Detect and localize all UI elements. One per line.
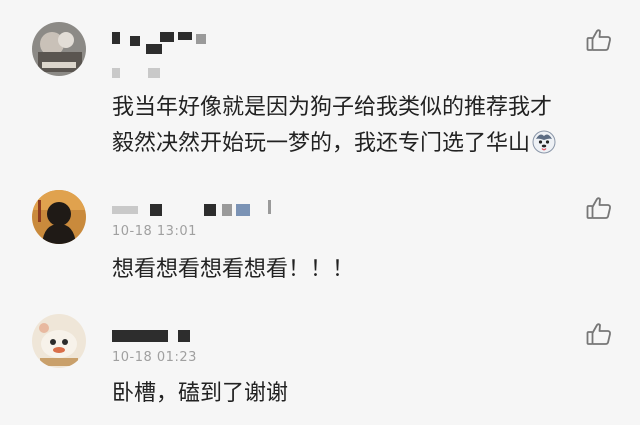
comment-text-line: 毅然决然开始玩一梦的，我还专门选了华山 xyxy=(112,126,556,162)
comment-text: 我当年好像就是因为狗子给我类似的推荐我才 毅然决然开始玩一梦的，我还专门选了华山 xyxy=(112,90,556,162)
like-button[interactable] xyxy=(586,322,612,346)
timestamp: 10-18 13:01 xyxy=(112,224,197,239)
timestamp: 10-18 01:23 xyxy=(112,350,197,365)
comment-item: 我当年好像就是因为狗子给我类似的推荐我才 毅然决然开始玩一梦的，我还专门选了华山 xyxy=(0,0,640,179)
avatar[interactable] xyxy=(32,190,86,244)
avatar[interactable] xyxy=(32,314,86,368)
husky-face-icon xyxy=(532,130,556,154)
comment-text: 卧槽，磕到了谢谢 xyxy=(112,381,289,406)
comment-item: 10-18 13:01 想看想看想看想看！！！ xyxy=(0,178,640,299)
comment-text-line: 我当年好像就是因为狗子给我类似的推荐我才 xyxy=(112,95,553,120)
like-button[interactable] xyxy=(586,28,612,52)
thumbs-up-icon xyxy=(586,197,611,219)
username-redacted[interactable] xyxy=(112,326,202,344)
comment-item: 10-18 01:23 卧槽，磕到了谢谢 xyxy=(0,298,640,425)
comment-text: 想看想看想看想看！！！ xyxy=(112,257,355,282)
avatar[interactable] xyxy=(32,22,86,76)
thumbs-up-icon xyxy=(586,29,611,51)
username-redacted[interactable] xyxy=(112,200,282,218)
thumbs-up-icon xyxy=(586,323,611,345)
username-redacted[interactable] xyxy=(112,30,222,54)
timestamp-redacted xyxy=(112,66,172,84)
like-button[interactable] xyxy=(586,196,612,220)
